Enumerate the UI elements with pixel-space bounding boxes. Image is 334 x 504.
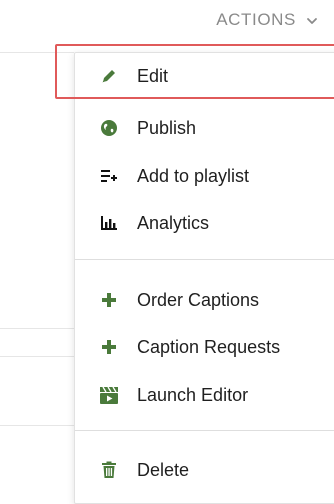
page-divider [0, 328, 74, 329]
menu-item-publish[interactable]: Publish [75, 110, 334, 146]
menu-item-label: Delete [137, 459, 190, 480]
menu-item-analytics[interactable]: Analytics [75, 205, 334, 241]
chevron-down-icon [306, 14, 318, 26]
plus-icon [99, 337, 119, 357]
add-to-playlist-icon [99, 166, 119, 186]
bar-chart-icon [99, 213, 119, 233]
menu-item-caption-requests[interactable]: Caption Requests [75, 329, 334, 365]
page-divider [0, 52, 74, 53]
menu-item-label: Edit [137, 65, 169, 86]
actions-label: ACTIONS [216, 10, 296, 29]
actions-menu: Edit Publish Add to playlist Analytics O… [74, 52, 334, 504]
menu-item-label: Publish [137, 117, 197, 138]
menu-item-launch-editor[interactable]: Launch Editor [75, 377, 334, 413]
menu-item-add-to-playlist[interactable]: Add to playlist [75, 158, 334, 194]
menu-item-delete[interactable]: Delete [75, 452, 334, 488]
actions-dropdown-button[interactable]: ACTIONS [216, 10, 318, 30]
trash-icon [99, 460, 119, 480]
plus-icon [99, 290, 119, 310]
menu-divider [75, 430, 334, 431]
menu-item-label: Analytics [137, 212, 210, 233]
video-editor-icon [99, 385, 119, 405]
globe-icon [99, 118, 119, 138]
menu-item-edit[interactable]: Edit [75, 58, 334, 94]
page-divider [0, 356, 74, 357]
menu-item-order-captions[interactable]: Order Captions [75, 282, 334, 318]
pencil-icon [99, 66, 119, 86]
menu-divider [75, 259, 334, 260]
page-divider [0, 425, 74, 426]
menu-item-label: Add to playlist [137, 165, 250, 186]
menu-item-label: Order Captions [137, 289, 260, 310]
menu-item-label: Caption Requests [137, 336, 281, 357]
menu-item-label: Launch Editor [137, 384, 249, 405]
